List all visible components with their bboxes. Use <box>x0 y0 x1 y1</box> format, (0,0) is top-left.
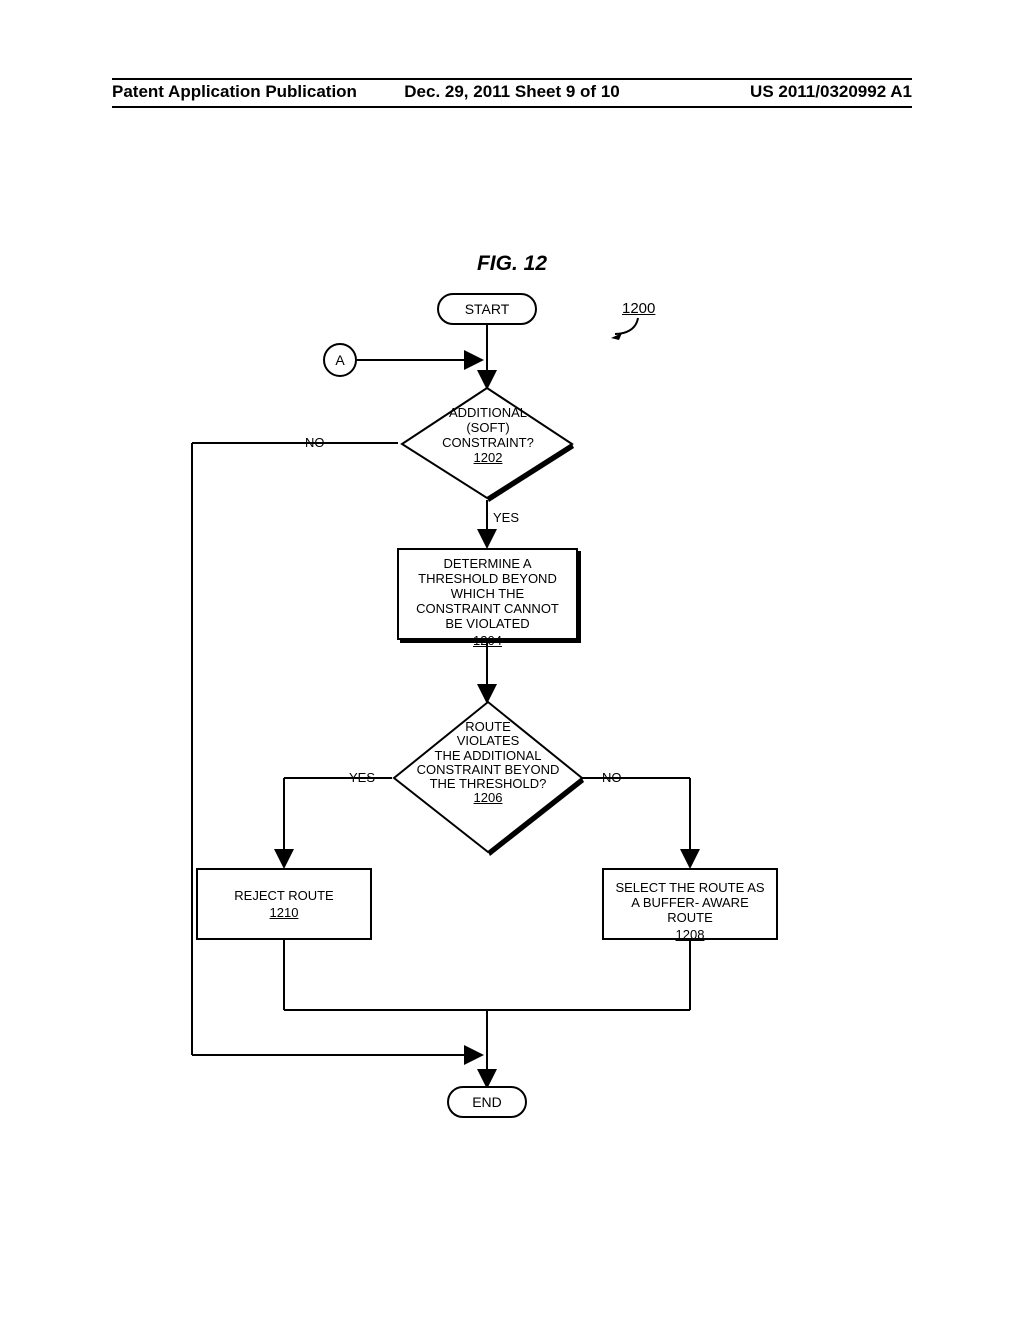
decision1-yes-label: YES <box>493 510 519 525</box>
decision1-no-label: NO <box>305 435 325 450</box>
header-left: Patent Application Publication <box>112 82 357 102</box>
process-select: SELECT THE ROUTE AS A BUFFER- AWARE ROUT… <box>602 868 778 940</box>
decision2-label: ROUTE VIOLATES THE ADDITIONAL CONSTRAINT… <box>408 720 568 806</box>
decision2-line1: ROUTE <box>408 720 568 734</box>
page: Patent Application Publication Dec. 29, … <box>0 0 1024 1320</box>
process-select-text: SELECT THE ROUTE AS A BUFFER- AWARE ROUT… <box>615 880 764 925</box>
decision1-line3: CONSTRAINT? <box>418 436 558 451</box>
decision2-yes-label: YES <box>349 770 375 785</box>
header-right: US 2011/0320992 A1 <box>750 82 912 102</box>
decision1-ref: 1202 <box>418 451 558 466</box>
decision2-line3: THE ADDITIONAL <box>408 749 568 763</box>
process-reject: REJECT ROUTE 1210 <box>196 868 372 940</box>
figure-title: FIG. 12 <box>0 252 1024 276</box>
decision1-line2: (SOFT) <box>418 421 558 436</box>
header-middle: Dec. 29, 2011 Sheet 9 of 10 <box>357 82 667 102</box>
decision2-ref: 1206 <box>408 791 568 805</box>
decision2-line2: VIOLATES <box>408 734 568 748</box>
decision2-line5: THE THRESHOLD? <box>408 777 568 791</box>
header-rule-top <box>112 78 912 80</box>
process-threshold-ref: 1204 <box>407 633 568 648</box>
decision1-label: ADDITIONAL (SOFT) CONSTRAINT? 1202 <box>418 406 558 466</box>
process-reject-text: REJECT ROUTE <box>234 888 333 903</box>
decision1-line1: ADDITIONAL <box>418 406 558 421</box>
decision2-line4: CONSTRAINT BEYOND <box>408 763 568 777</box>
process-threshold-text: DETERMINE A THRESHOLD BEYOND WHICH THE C… <box>416 556 559 631</box>
end-node: END <box>447 1086 527 1118</box>
process-select-ref: 1208 <box>612 927 768 942</box>
decision2-no-label: NO <box>602 770 622 785</box>
process-threshold: DETERMINE A THRESHOLD BEYOND WHICH THE C… <box>397 548 578 640</box>
end-label: END <box>472 1094 502 1110</box>
header-rule-bottom <box>112 106 912 108</box>
process-reject-ref: 1210 <box>206 905 362 920</box>
